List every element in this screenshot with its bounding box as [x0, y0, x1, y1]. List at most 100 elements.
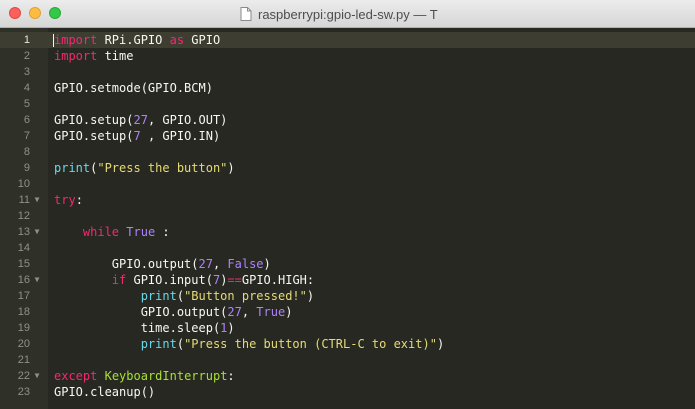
code-token: 27	[198, 257, 213, 271]
code-token: GPIO.output(	[54, 257, 199, 271]
code-line[interactable]: 20 print("Press the button (CTRL-C to ex…	[0, 336, 695, 352]
code-line[interactable]: 22 ▼ except KeyboardInterrupt:	[0, 368, 695, 384]
code-token: "Press the button"	[97, 161, 228, 175]
line-number: 9	[23, 162, 30, 174]
code-text: GPIO.output(27, True)	[54, 304, 293, 320]
code-token: print	[140, 337, 177, 351]
code-text: while True :	[54, 224, 170, 240]
zoom-window-button[interactable]	[49, 7, 61, 19]
code-token: :	[75, 193, 83, 207]
code-token: , GPIO.OUT)	[147, 113, 228, 127]
code-line[interactable]: 1 import RPi.GPIO as GPIO	[0, 32, 695, 48]
code-token: )	[285, 305, 293, 319]
window-title: raspberrypi:gpio-led-sw.py — T	[258, 6, 438, 22]
code-token: )	[436, 337, 445, 351]
code-line[interactable]: 6 GPIO.setup(27, GPIO.OUT)	[0, 112, 695, 128]
code-token: import	[54, 33, 98, 47]
code-token: , GPIO.IN)	[140, 129, 221, 143]
code-line[interactable]: 14	[0, 240, 695, 256]
code-token: GPIO.HIGH:	[241, 273, 315, 287]
code-token: (	[176, 337, 185, 351]
code-token: GPIO.cleanup()	[54, 385, 156, 399]
code-line[interactable]: 10	[0, 176, 695, 192]
code-line[interactable]: 18 GPIO.output(27, True)	[0, 304, 695, 320]
code-token: GPIO	[184, 33, 221, 47]
code-token: time	[97, 49, 134, 63]
close-window-button[interactable]	[9, 7, 21, 19]
code-line[interactable]: 12	[0, 208, 695, 224]
code-line[interactable]: 16 ▼ if GPIO.input(7)==GPIO.HIGH:	[0, 272, 695, 288]
fold-arrow-icon[interactable]: ▼	[32, 224, 42, 240]
code-text: print("Press the button (CTRL-C to exit)…	[54, 336, 444, 352]
code-token: True	[256, 305, 286, 319]
code-token: )	[263, 257, 271, 271]
line-number: 15	[17, 258, 30, 270]
code-text: except KeyboardInterrupt:	[54, 368, 235, 384]
code-token: RPi.GPIO	[97, 33, 170, 47]
code-line[interactable]: 19 time.sleep(1)	[0, 320, 695, 336]
code-token: 27	[133, 113, 148, 127]
code-token: GPIO.setup(	[54, 129, 134, 143]
code-text: print("Press the button")	[54, 160, 235, 176]
code-token: GPIO.output(	[54, 305, 228, 319]
code-editor[interactable]: 1 import RPi.GPIO as GPIO 2 import time 3 4 GP…	[0, 28, 695, 409]
code-line[interactable]: 5	[0, 96, 695, 112]
fold-arrow-icon[interactable]: ▼	[32, 192, 42, 208]
code-token: KeyboardInterrupt	[104, 369, 228, 383]
line-number: 2	[23, 50, 30, 62]
line-number: 19	[17, 322, 30, 334]
code-token: )	[227, 161, 235, 175]
code-token: :	[155, 225, 170, 239]
code-text: GPIO.setup(27, GPIO.OUT)	[54, 112, 227, 128]
code-line[interactable]: 21	[0, 352, 695, 368]
fold-arrow-icon[interactable]: ▼	[32, 368, 42, 384]
code-text: import time	[54, 48, 133, 64]
code-line[interactable]: 2 import time	[0, 48, 695, 64]
code-line[interactable]: 3	[0, 64, 695, 80]
code-token: try	[54, 193, 76, 207]
code-token: True	[126, 225, 156, 239]
code-token: as	[169, 33, 185, 47]
code-token: print	[140, 289, 177, 303]
code-line[interactable]: 13 ▼ while True :	[0, 224, 695, 240]
line-number: 5	[23, 98, 30, 110]
title-bar[interactable]: raspberrypi:gpio-led-sw.py — T	[0, 0, 695, 28]
fold-arrow-icon[interactable]: ▼	[32, 272, 42, 288]
line-number: 22	[17, 370, 30, 382]
line-number: 14	[17, 242, 30, 254]
text-cursor	[53, 34, 54, 47]
code-token: GPIO.setmode(GPIO.BCM)	[54, 81, 213, 95]
line-number: 17	[17, 290, 30, 302]
line-number: 10	[17, 178, 30, 190]
editor-window: raspberrypi:gpio-led-sw.py — T 1 import R…	[0, 0, 695, 409]
code-token: ,	[241, 305, 257, 319]
code-token: GPIO.input(	[126, 273, 213, 287]
code-line[interactable]: 7 GPIO.setup(7 , GPIO.IN)	[0, 128, 695, 144]
line-number: 20	[17, 338, 30, 350]
code-line[interactable]: 15 GPIO.output(27, False)	[0, 256, 695, 272]
window-title-area: raspberrypi:gpio-led-sw.py — T	[240, 6, 438, 22]
code-text: try:	[54, 192, 83, 208]
code-token: )	[306, 289, 315, 303]
code-text: GPIO.setmode(GPIO.BCM)	[54, 80, 213, 96]
code-token: print	[54, 161, 91, 175]
code-token: (	[176, 289, 185, 303]
code-line[interactable]: 23 GPIO.cleanup()	[0, 384, 695, 400]
code-token: False	[227, 257, 264, 271]
line-number: 3	[23, 66, 30, 78]
code-line[interactable]: 9 print("Press the button")	[0, 160, 695, 176]
code-line[interactable]: 4 GPIO.setmode(GPIO.BCM)	[0, 80, 695, 96]
code-line[interactable]: 11 ▼ try:	[0, 192, 695, 208]
line-number: 4	[23, 82, 30, 94]
code-line[interactable]: 8	[0, 144, 695, 160]
line-number: 7	[23, 130, 30, 142]
code-line[interactable]: 17 print("Button pressed!")	[0, 288, 695, 304]
minimize-window-button[interactable]	[29, 7, 41, 19]
code-text: import RPi.GPIO as GPIO	[54, 32, 220, 48]
code-text: time.sleep(1)	[54, 320, 235, 336]
document-icon	[240, 7, 252, 21]
